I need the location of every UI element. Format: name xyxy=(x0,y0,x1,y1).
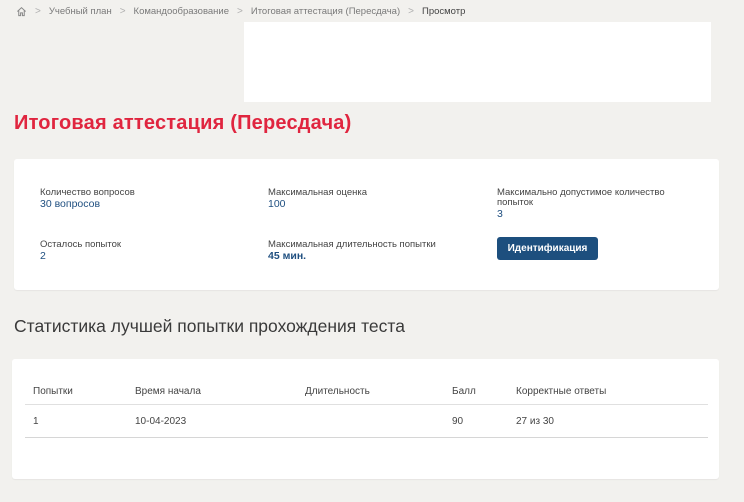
max-score-label: Максимальная оценка xyxy=(268,187,368,198)
chevron-right-icon: > xyxy=(408,5,414,17)
cell-score: 90 xyxy=(444,404,508,438)
duration-label: Максимальная длительность попытки xyxy=(268,239,436,250)
breadcrumb-link-test[interactable]: Итоговая аттестация (Пересдача) xyxy=(251,6,400,17)
breadcrumb-link-course[interactable]: Командообразование xyxy=(134,6,229,17)
duration-field: Максимальная длительность попытки 45 мин… xyxy=(268,239,436,263)
stats-table: Попытки Время начала Длительность Балл К… xyxy=(25,379,708,438)
stats-title: Статистика лучшей попытки прохождения те… xyxy=(14,316,405,336)
breadcrumb-link-plan[interactable]: Учебный план xyxy=(49,6,112,17)
test-info-card: Количество вопросов 30 вопросов Максимал… xyxy=(14,159,719,290)
remaining-label: Осталось попыток xyxy=(40,239,122,250)
max-attempts-field: Максимально допустимое количество попыто… xyxy=(497,187,677,221)
col-duration: Длительность xyxy=(297,379,444,405)
max-attempts-value: 3 xyxy=(497,208,503,220)
identification-button[interactable]: Идентификация xyxy=(497,237,598,260)
page-title: Итоговая аттестация (Пересдача) xyxy=(14,112,352,134)
home-icon[interactable] xyxy=(16,6,27,17)
cell-start-time: 10-04-2023 xyxy=(127,404,297,438)
table-row: 1 10-04-2023 90 27 из 30 xyxy=(25,404,708,438)
duration-value: 45 мин. xyxy=(268,250,307,262)
max-score-value: 100 xyxy=(268,198,286,210)
questions-field: Количество вопросов 30 вопросов xyxy=(40,187,135,211)
blank-panel xyxy=(244,22,711,102)
cell-attempt: 1 xyxy=(25,404,127,438)
remaining-field: Осталось попыток 2 xyxy=(40,239,122,263)
max-attempts-label: Максимально допустимое количество попыто… xyxy=(497,187,665,208)
col-start-time: Время начала xyxy=(127,379,297,405)
questions-value: 30 вопросов xyxy=(40,198,101,210)
cell-correct: 27 из 30 xyxy=(508,404,708,438)
breadcrumb-current: Просмотр xyxy=(421,5,466,17)
col-correct: Корректные ответы xyxy=(508,379,708,405)
chevron-right-icon: > xyxy=(35,5,41,17)
questions-label: Количество вопросов xyxy=(40,187,135,198)
chevron-right-icon: > xyxy=(237,5,243,17)
cell-duration xyxy=(297,404,444,438)
stats-card: Попытки Время начала Длительность Балл К… xyxy=(12,359,719,479)
breadcrumb: > Учебный план > Командообразование > Ит… xyxy=(16,4,465,18)
max-score-field: Максимальная оценка 100 xyxy=(268,187,368,211)
table-header-row: Попытки Время начала Длительность Балл К… xyxy=(25,379,708,405)
col-score: Балл xyxy=(444,379,508,405)
remaining-value: 2 xyxy=(40,250,46,262)
col-attempts: Попытки xyxy=(25,379,127,405)
chevron-right-icon: > xyxy=(119,5,126,17)
